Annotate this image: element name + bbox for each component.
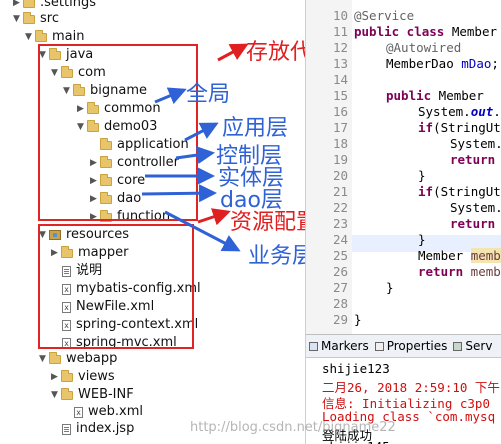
line-number: 24 bbox=[332, 232, 348, 247]
line-number: 22 bbox=[332, 200, 348, 215]
annotation-global: 全局 bbox=[186, 82, 231, 107]
line-number: 15 bbox=[332, 88, 348, 103]
code-line-29: } bbox=[354, 312, 362, 327]
code-line-25: Member memb bbox=[418, 248, 501, 263]
watermark: http://blog.csdn.net/bigname22 bbox=[190, 420, 396, 435]
code-line-20: } bbox=[418, 168, 426, 183]
code-line-13: MemberDao mDao; bbox=[386, 56, 499, 71]
line-number: 26 bbox=[332, 264, 348, 279]
line-number: 23 bbox=[332, 216, 348, 231]
line-number: 14 bbox=[332, 72, 348, 87]
servers-icon bbox=[453, 341, 463, 351]
code-line-22: System. bbox=[450, 200, 501, 215]
code-line-17: if(StringUt bbox=[418, 120, 501, 135]
arrow-dao bbox=[141, 184, 217, 203]
console-line: shijie123 bbox=[322, 361, 390, 376]
code-line-27: } bbox=[386, 280, 394, 295]
package-explorer: ▶ .settings ▼ src ▼ main ▼ java ▼ com ▼ bignam… bbox=[0, 0, 362, 443]
line-number: 25 bbox=[332, 248, 348, 263]
code-editor[interactable]: 10 11 12 13 14 15 16 17 18 19 20 21 22 2… bbox=[305, 0, 501, 334]
tab-servers[interactable]: Serv bbox=[450, 335, 495, 357]
line-number: 21 bbox=[332, 184, 348, 199]
code-line-10: @Service bbox=[354, 8, 415, 23]
line-number: 11 bbox=[332, 24, 348, 39]
line-number: 12 bbox=[332, 40, 348, 55]
arrow-business bbox=[164, 210, 241, 252]
code-line-21: if(StringUt bbox=[418, 184, 501, 199]
code-line-12: @Autowired bbox=[386, 40, 462, 55]
code-line-26: return memb bbox=[418, 264, 501, 279]
line-number: 27 bbox=[332, 280, 348, 295]
line-number: 17 bbox=[332, 120, 348, 135]
line-number: 29 bbox=[332, 312, 348, 327]
code-line-19: return bbox=[450, 152, 496, 167]
arrow-global bbox=[154, 87, 187, 105]
arrow-code bbox=[217, 43, 249, 62]
code-line-15: public Member bbox=[386, 88, 492, 103]
code-line-18: System. bbox=[450, 136, 501, 151]
line-number-gutter: 10 11 12 13 14 15 16 17 18 19 20 21 22 2… bbox=[306, 0, 352, 334]
line-number: 28 bbox=[332, 296, 348, 311]
code-line-23: return bbox=[450, 216, 496, 231]
line-number: 18 bbox=[332, 136, 348, 151]
tab-markers[interactable]: Markers bbox=[306, 335, 372, 357]
line-number: 13 bbox=[332, 56, 348, 71]
console-line: shijie145 bbox=[322, 439, 390, 444]
line-number: 16 bbox=[332, 104, 348, 119]
tab-properties[interactable]: Properties bbox=[372, 335, 451, 357]
code-line-11: public class Member bbox=[354, 24, 497, 39]
properties-icon bbox=[374, 341, 384, 351]
code-line-16: System.out. bbox=[418, 104, 501, 119]
line-number: 10 bbox=[332, 8, 348, 23]
code-line-24: } bbox=[418, 232, 426, 247]
line-number: 20 bbox=[332, 168, 348, 183]
line-number: 19 bbox=[332, 152, 348, 167]
arrow-app bbox=[184, 122, 219, 142]
markers-icon bbox=[309, 341, 318, 351]
view-tab-bar: Markers Properties Serv bbox=[306, 335, 501, 358]
arrow-control bbox=[175, 146, 215, 164]
